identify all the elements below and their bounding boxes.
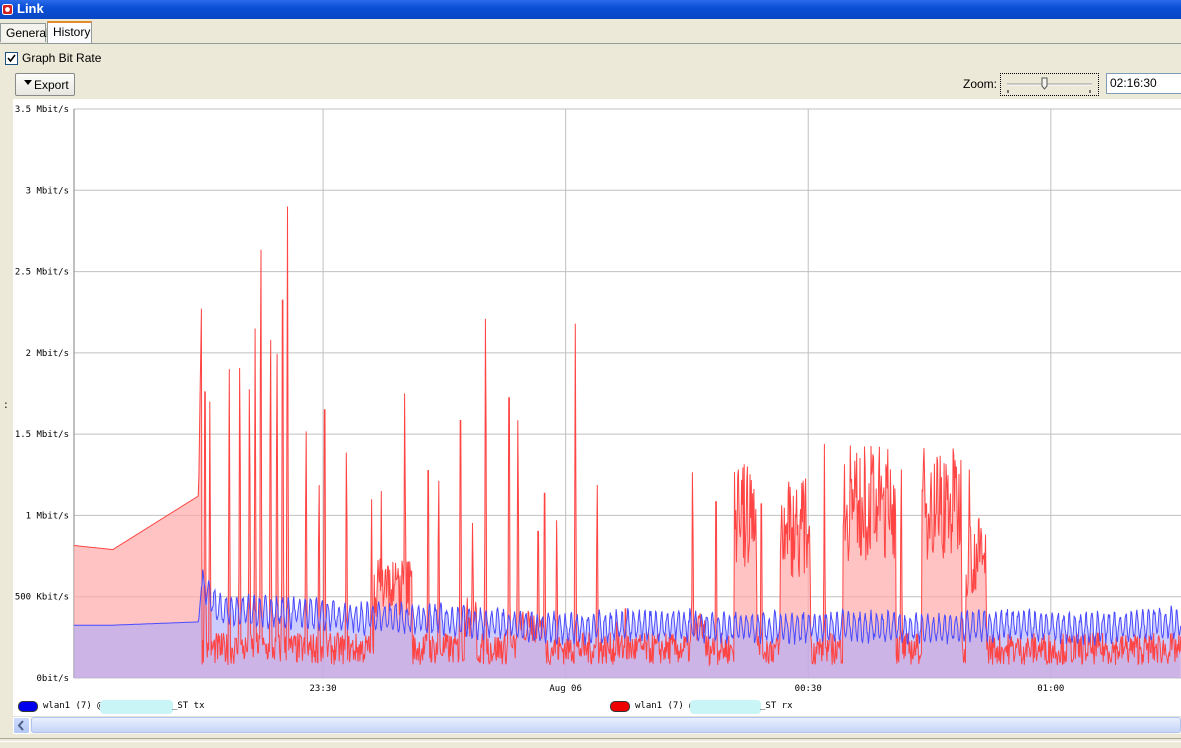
rx-legend-redacted (690, 700, 761, 714)
y-tick-label: 1.5 Mbit/s (15, 430, 69, 440)
y-tick-label: 3 Mbit/s (26, 186, 69, 196)
side-splitter-grip[interactable]: : (4, 398, 8, 411)
graph-bit-rate-label: Graph Bit Rate (22, 51, 102, 65)
rx-legend-suffix: _ST rx (760, 701, 793, 711)
bit-rate-chart: 0bit/s 500 Kbit/s 1 Mbit/s 1.5 Mbit/s 2 Mbit… (13, 99, 1181, 716)
x-tick-label: Aug 06 (549, 684, 582, 694)
export-label: Export (34, 78, 69, 92)
y-tick-label: 0bit/s (36, 674, 69, 684)
zoom-slider-thumb (1041, 77, 1048, 90)
bottom-separator (0, 738, 1181, 742)
app-red-icon (2, 4, 13, 15)
zoom-label: Zoom: (963, 77, 998, 91)
window-title: Link (17, 1, 44, 16)
x-tick-label: 23:30 (310, 684, 337, 694)
scroll-thumb[interactable] (31, 717, 1181, 733)
graph-bit-rate-checkbox[interactable] (5, 52, 18, 65)
window-titlebar[interactable]: Link (0, 0, 1181, 19)
dropdown-arrow-icon (24, 80, 32, 85)
y-tick-label: 500 Kbit/s (15, 593, 69, 603)
y-tick-label: 2.5 Mbit/s (15, 268, 69, 278)
chart-legend: wlan1 (7) @ _ST tx wlan1 (7) @ _ST rx (13, 698, 1181, 716)
tx-legend-prefix: wlan1 (7) @ (43, 701, 103, 711)
tab-general[interactable]: General (0, 23, 49, 42)
chevron-left-icon (17, 720, 24, 731)
export-button[interactable]: Export (15, 73, 75, 96)
x-tick-label: 01:00 (1037, 684, 1064, 694)
rx-legend-swatch (610, 701, 630, 712)
x-tick-label: 00:30 (795, 684, 822, 694)
rx-legend-prefix: wlan1 (7) @ (635, 701, 695, 711)
scroll-left-button[interactable] (13, 717, 30, 734)
tab-history[interactable]: History (47, 21, 92, 43)
tx-legend-suffix: _ST tx (172, 701, 205, 711)
zoom-slider-track (1007, 77, 1092, 93)
y-tick-label: 2 Mbit/s (26, 349, 69, 359)
chart-svg: 0bit/s 500 Kbit/s 1 Mbit/s 1.5 Mbit/s 2 Mbit… (15, 105, 1181, 694)
y-tick-label: 1 Mbit/s (26, 511, 69, 521)
checkmark-icon (7, 54, 16, 63)
tx-legend-redacted (100, 700, 173, 714)
horizontal-scrollbar[interactable] (13, 716, 1181, 734)
zoom-range-input[interactable]: 02:16:30 (1106, 73, 1181, 94)
tab-bar: General History (0, 19, 1181, 43)
zoom-slider[interactable] (1000, 73, 1099, 96)
tx-legend-swatch (18, 701, 38, 712)
y-tick-label: 3.5 Mbit/s (15, 105, 69, 115)
